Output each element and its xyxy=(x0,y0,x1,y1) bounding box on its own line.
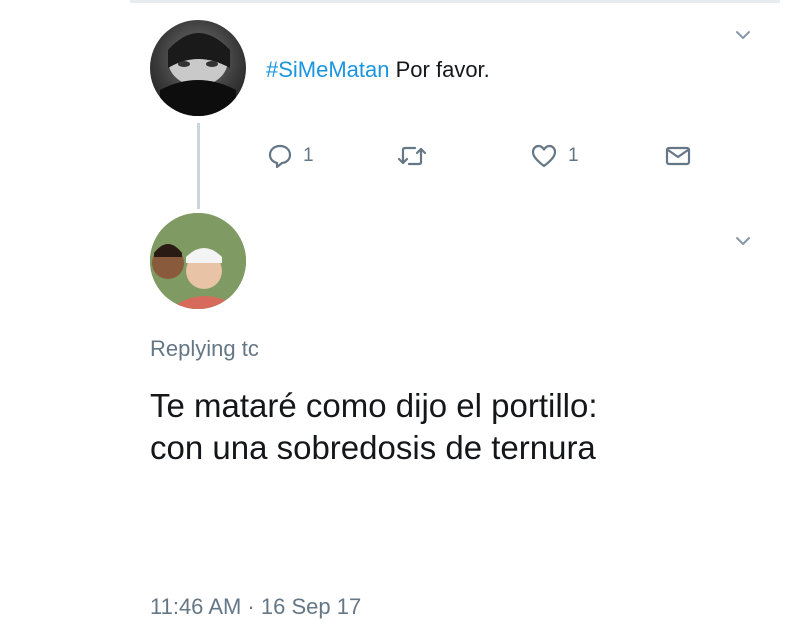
reply-text-line: Te mataré como dijo el portillo: xyxy=(150,387,598,424)
tweet-text: #SiMeMatan Por favor. xyxy=(266,55,490,85)
tweet-timestamp[interactable]: 11:46 AM · 16 Sep 17 xyxy=(150,594,361,620)
chevron-down-icon[interactable] xyxy=(734,232,752,250)
reply-count: 1 xyxy=(303,145,314,166)
avatar-photo xyxy=(150,213,246,309)
like-count: 1 xyxy=(568,145,579,166)
tweet-body: Por favor. xyxy=(389,57,490,82)
replying-to-label: Replying tc xyxy=(150,336,259,361)
heart-icon xyxy=(531,144,557,168)
avatar-photo xyxy=(160,33,236,116)
envelope-icon xyxy=(665,146,691,166)
top-divider xyxy=(0,0,800,3)
reply-text-line: con una sobredosis de ternura xyxy=(150,429,596,466)
like-button[interactable]: 1 xyxy=(530,139,579,173)
reply-button[interactable]: 1 xyxy=(267,139,314,173)
avatar[interactable] xyxy=(150,213,246,309)
thread-connector-line xyxy=(197,123,200,209)
retweet-icon xyxy=(397,146,427,166)
retweet-button[interactable] xyxy=(396,139,428,173)
avatar[interactable] xyxy=(150,20,246,116)
chevron-down-icon[interactable] xyxy=(734,26,752,44)
comment-icon xyxy=(268,144,292,169)
reply-text: Te mataré como dijo el portillo: con una… xyxy=(150,385,770,469)
hashtag-link[interactable]: #SiMeMatan xyxy=(266,57,390,82)
direct-message-button[interactable] xyxy=(664,139,692,173)
